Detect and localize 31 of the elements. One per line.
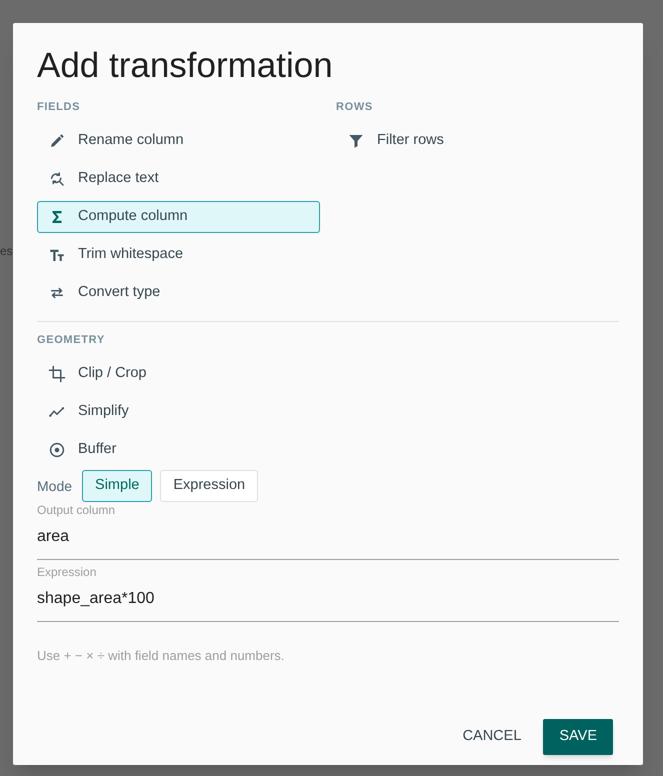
- section-heading: GEOMETRY: [37, 333, 105, 348]
- text-field[interactable]: Output column area: [37, 503, 619, 560]
- cancel-button[interactable]: CANCEL: [460, 719, 524, 755]
- transformation-option[interactable]: Filter rows: [336, 125, 619, 157]
- section-heading: ROWS: [336, 100, 373, 115]
- filter-icon: [347, 132, 365, 150]
- field-value: shape_area*100: [37, 589, 154, 609]
- crop-icon: [48, 365, 66, 383]
- dialog-title: Add transformation: [37, 45, 333, 87]
- mode-label: Mode: [37, 476, 72, 496]
- field-label: Expression: [37, 565, 96, 579]
- transformation-option[interactable]: Convert type: [37, 277, 320, 309]
- transformation-option[interactable]: Rename column: [37, 125, 320, 157]
- transformation-option[interactable]: Simplify: [37, 396, 320, 428]
- mode-toggle[interactable]: Expression: [160, 470, 258, 502]
- pencil-icon: [48, 132, 66, 150]
- transformation-option[interactable]: Replace text: [37, 163, 320, 195]
- field-label: Output column: [37, 503, 116, 517]
- target-icon: [48, 441, 66, 459]
- search-replace-icon: [48, 170, 66, 188]
- transformation-option[interactable]: Compute column: [37, 201, 320, 233]
- helper-text: Use + − × ÷ with field names and numbers.: [37, 647, 284, 665]
- transformation-option[interactable]: Buffer: [37, 434, 320, 466]
- save-button[interactable]: SAVE: [543, 719, 613, 755]
- transformation-option[interactable]: Trim whitespace: [37, 239, 320, 271]
- mode-toggle[interactable]: Simple: [82, 470, 152, 502]
- background-text: es: [0, 243, 13, 260]
- field-value: area: [37, 527, 70, 547]
- transformation-option[interactable]: Clip / Crop: [37, 358, 320, 390]
- text-field[interactable]: Expression shape_area*100: [37, 565, 619, 622]
- section-heading: FIELDS: [37, 100, 80, 115]
